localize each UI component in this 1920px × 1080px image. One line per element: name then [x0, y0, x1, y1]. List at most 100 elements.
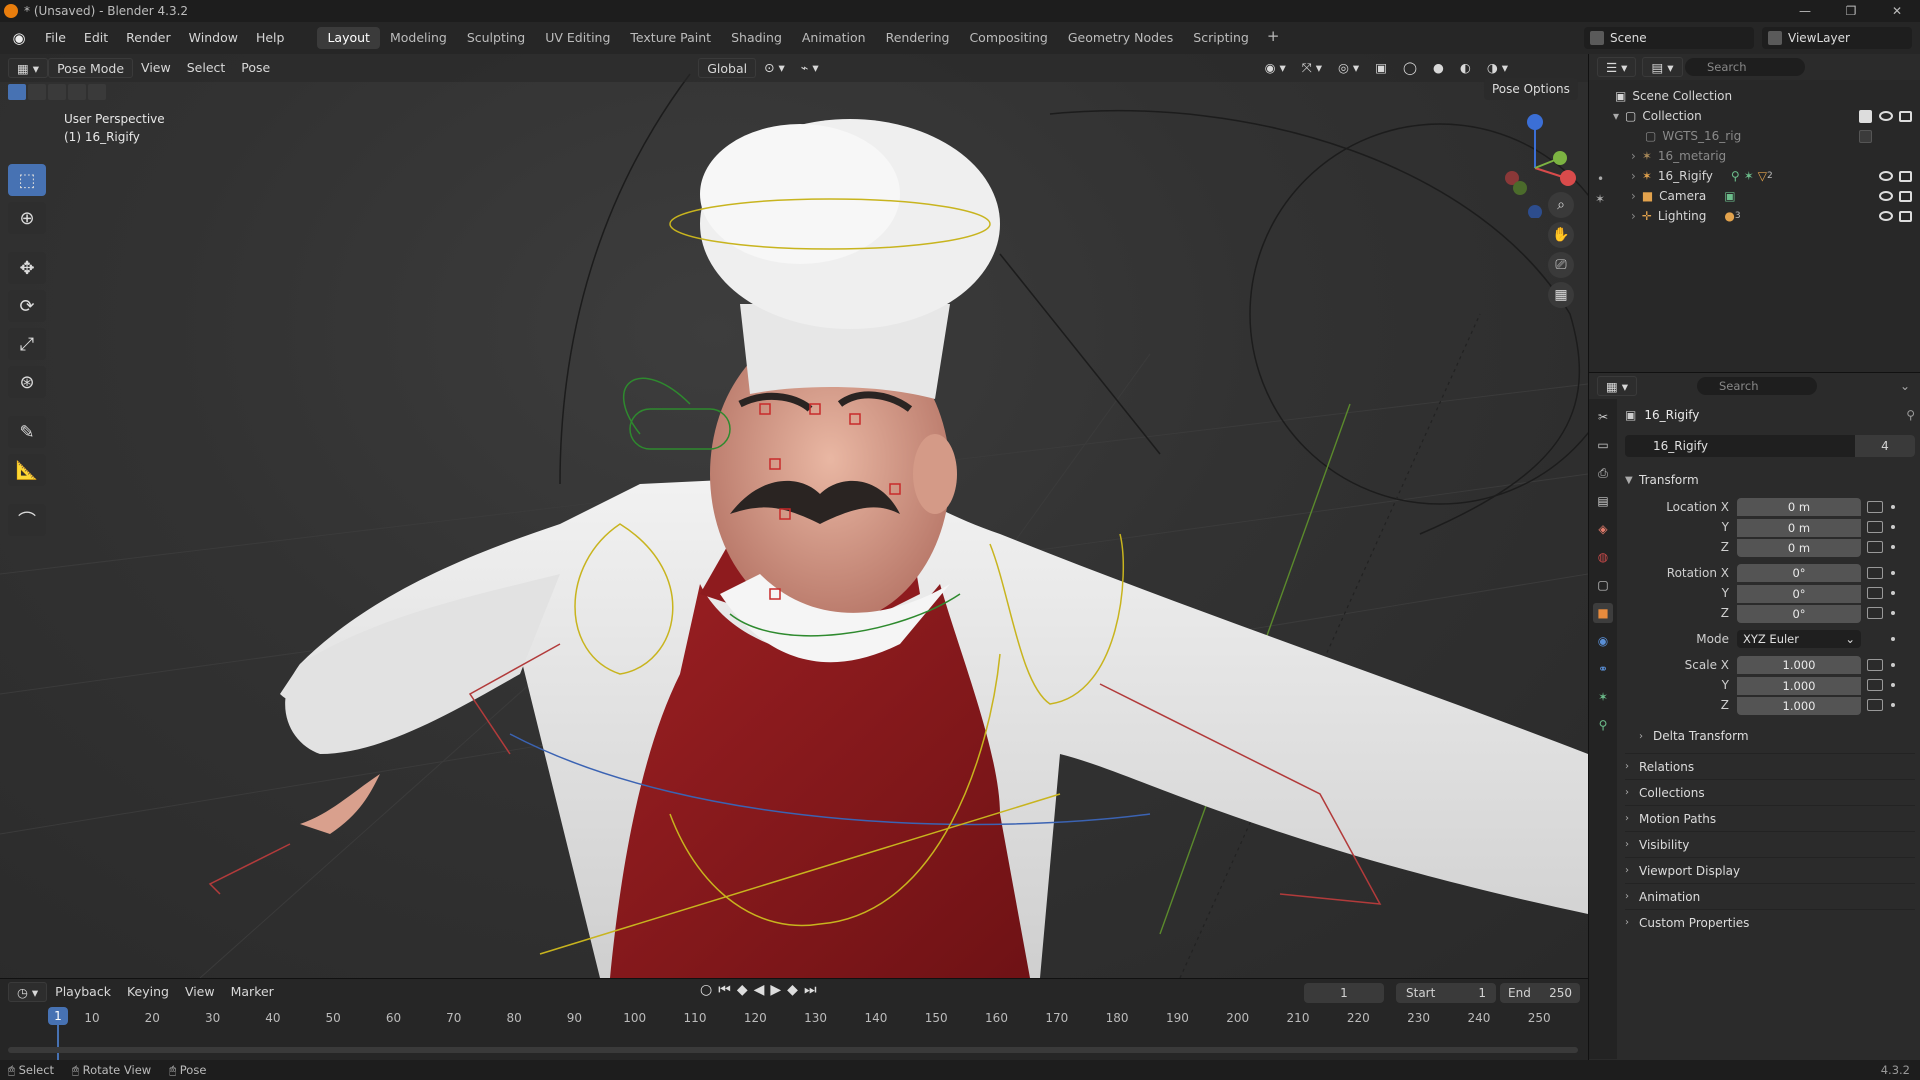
visibility-eye-icon[interactable]	[1879, 191, 1893, 201]
view-layer-selector[interactable]: ViewLayer	[1762, 27, 1912, 49]
jump-end-icon[interactable]: ⏭	[804, 982, 817, 998]
restore-icon[interactable]: ❐	[1828, 0, 1874, 22]
properties-editor[interactable]: ▦ ▾ Search ⌄ ✂ ▭ ⎙ ▤ ◈ ◍ ▢ ■ ◉ ⚭ ✶ ⚲ ▣ 1…	[1588, 372, 1920, 1060]
expand-arrow-icon[interactable]: ›	[1625, 761, 1639, 772]
panel-motion-paths[interactable]: › Motion Paths	[1625, 805, 1915, 831]
world-tab-icon[interactable]: ◍	[1593, 547, 1613, 567]
lock-icon[interactable]	[1867, 501, 1883, 513]
camera-view-icon[interactable]: ⎚	[1548, 252, 1574, 278]
keyframe-dot-icon[interactable]	[1891, 591, 1895, 595]
output-tab-icon[interactable]: ⎙	[1593, 463, 1613, 483]
select-intersect-icon[interactable]	[88, 84, 106, 100]
close-icon[interactable]: ✕	[1874, 0, 1920, 22]
shading-wireframe-icon[interactable]: ◯	[1395, 58, 1425, 78]
perspective-toggle-icon[interactable]: ▦	[1548, 282, 1574, 308]
playhead[interactable]: 1	[48, 1007, 68, 1025]
select-invert-icon[interactable]	[68, 84, 86, 100]
menu-window[interactable]: Window	[180, 27, 247, 49]
tab-animation[interactable]: Animation	[792, 27, 876, 49]
mode-selector[interactable]: Pose Mode	[48, 58, 134, 78]
keyframe-dot-icon[interactable]	[1891, 703, 1895, 707]
object-datablock-name[interactable]: 16_Rigify	[1625, 439, 1855, 453]
outliner-row-metarig[interactable]: › ✶ 16_metarig	[1589, 146, 1920, 166]
rotation-z-field[interactable]: 0°	[1737, 604, 1861, 623]
scale-y-field[interactable]: 1.000	[1737, 676, 1861, 695]
tab-texture-paint[interactable]: Texture Paint	[620, 27, 721, 49]
outliner[interactable]: ☰ ▾ ▤ ▾ Search ▣ Scene Collection ▾ ▢ Co…	[1588, 54, 1920, 372]
play-icon[interactable]: ▶	[770, 982, 781, 998]
menu-file[interactable]: File	[36, 27, 75, 49]
tab-sculpting[interactable]: Sculpting	[457, 27, 535, 49]
lock-icon[interactable]	[1867, 607, 1883, 619]
overlay-toggle-icon[interactable]: ◎ ▾	[1330, 58, 1367, 78]
editor-type-button[interactable]: ▦ ▾	[8, 58, 49, 78]
timeline-menu-playback[interactable]: Playback	[47, 982, 119, 1002]
scale-icon[interactable]: ⤢	[8, 328, 46, 360]
keyframe-dot-icon[interactable]	[1891, 637, 1895, 641]
outliner-row-scene-collection[interactable]: ▣ Scene Collection	[1589, 86, 1920, 106]
expand-arrow-icon[interactable]: ›	[1631, 209, 1636, 223]
lock-icon[interactable]	[1867, 567, 1883, 579]
visibility-eye-icon[interactable]	[1879, 171, 1893, 181]
expand-arrow-icon[interactable]: ›	[1625, 839, 1639, 850]
lock-icon[interactable]	[1867, 679, 1883, 691]
object-datablock-field[interactable]: 16_Rigify 4	[1625, 435, 1915, 457]
transform-icon[interactable]: ⊛	[8, 366, 46, 398]
lock-icon[interactable]	[1867, 541, 1883, 553]
xray-toggle-icon[interactable]: ▣	[1367, 58, 1395, 78]
expand-arrow-icon[interactable]: ›	[1631, 169, 1636, 183]
physics-tab-icon[interactable]: ◉	[1593, 631, 1613, 651]
annotate-icon[interactable]: ✎	[8, 416, 46, 448]
visibility-eye-icon[interactable]	[1879, 111, 1893, 121]
panel-visibility[interactable]: › Visibility	[1625, 831, 1915, 857]
cursor-icon[interactable]: ⊕	[8, 202, 46, 234]
expand-arrow-icon[interactable]: ›	[1639, 731, 1653, 742]
collapse-arrow-icon[interactable]: ▼	[1625, 475, 1639, 486]
timeline-menu-keying[interactable]: Keying	[119, 982, 177, 1002]
keyframe-dot-icon[interactable]	[1891, 611, 1895, 615]
location-y-field[interactable]: 0 m	[1737, 518, 1861, 537]
timeline-menu-view[interactable]: View	[177, 982, 223, 1002]
current-frame-field[interactable]: 1	[1304, 983, 1384, 1003]
expand-arrow-icon[interactable]: ›	[1625, 891, 1639, 902]
lock-icon[interactable]	[1867, 521, 1883, 533]
relax-pose-icon[interactable]: ⌒	[8, 504, 46, 536]
render-camera-icon[interactable]	[1899, 190, 1912, 202]
start-frame-field[interactable]: Start 1	[1396, 983, 1496, 1003]
select-subtract-icon[interactable]	[48, 84, 66, 100]
properties-editor-type-icon[interactable]: ▦ ▾	[1597, 376, 1638, 396]
timeline-editor[interactable]: ◷ ▾ Playback Keying View Marker ○ ⏮ ◆ ◀ …	[0, 978, 1620, 1061]
tab-layout[interactable]: Layout	[317, 27, 380, 49]
select-box-icon[interactable]: ⬚	[8, 164, 46, 196]
outliner-row-rigify[interactable]: › ✶ 16_Rigify ⚲ ✶ ▽ 2	[1589, 166, 1920, 186]
outliner-editor-type-icon[interactable]: ☰ ▾	[1597, 57, 1637, 77]
minimize-icon[interactable]: —	[1782, 0, 1828, 22]
outliner-row-collection[interactable]: ▾ ▢ Collection	[1589, 106, 1920, 126]
zoom-icon[interactable]: ⌕	[1548, 192, 1574, 218]
tab-scripting[interactable]: Scripting	[1183, 27, 1259, 49]
keyframe-dot-icon[interactable]	[1891, 683, 1895, 687]
select-new-icon[interactable]	[8, 84, 26, 100]
timeline-scrollbar[interactable]	[8, 1047, 1578, 1053]
properties-search-input[interactable]: Search	[1697, 377, 1817, 395]
blender-menu-icon[interactable]: ◉	[8, 27, 30, 49]
move-icon[interactable]: ✥	[8, 252, 46, 284]
render-camera-icon[interactable]	[1899, 210, 1912, 222]
tab-rendering[interactable]: Rendering	[876, 27, 960, 49]
measure-icon[interactable]: 📐	[8, 454, 46, 486]
keyframe-dot-icon[interactable]	[1891, 663, 1895, 667]
tab-shading[interactable]: Shading	[721, 27, 792, 49]
scale-x-field[interactable]: 1.000	[1737, 656, 1861, 674]
outliner-search-input[interactable]: Search	[1685, 58, 1805, 76]
visibility-icon[interactable]: ◉ ▾	[1257, 58, 1294, 78]
scale-z-field[interactable]: 1.000	[1737, 696, 1861, 715]
expand-arrow-icon[interactable]: ›	[1631, 149, 1636, 163]
panel-viewport-display[interactable]: › Viewport Display	[1625, 857, 1915, 883]
transform-panel-header[interactable]: ▼ Transform	[1625, 469, 1915, 491]
pose-mode-indicator-icon[interactable]: ✶	[1595, 192, 1605, 206]
outliner-row-camera[interactable]: › ■ Camera ▣	[1589, 186, 1920, 206]
timeline-menu-marker[interactable]: Marker	[223, 982, 282, 1002]
play-reverse-icon[interactable]: ◀	[754, 982, 765, 998]
tab-compositing[interactable]: Compositing	[959, 27, 1057, 49]
location-z-field[interactable]: 0 m	[1737, 538, 1861, 557]
